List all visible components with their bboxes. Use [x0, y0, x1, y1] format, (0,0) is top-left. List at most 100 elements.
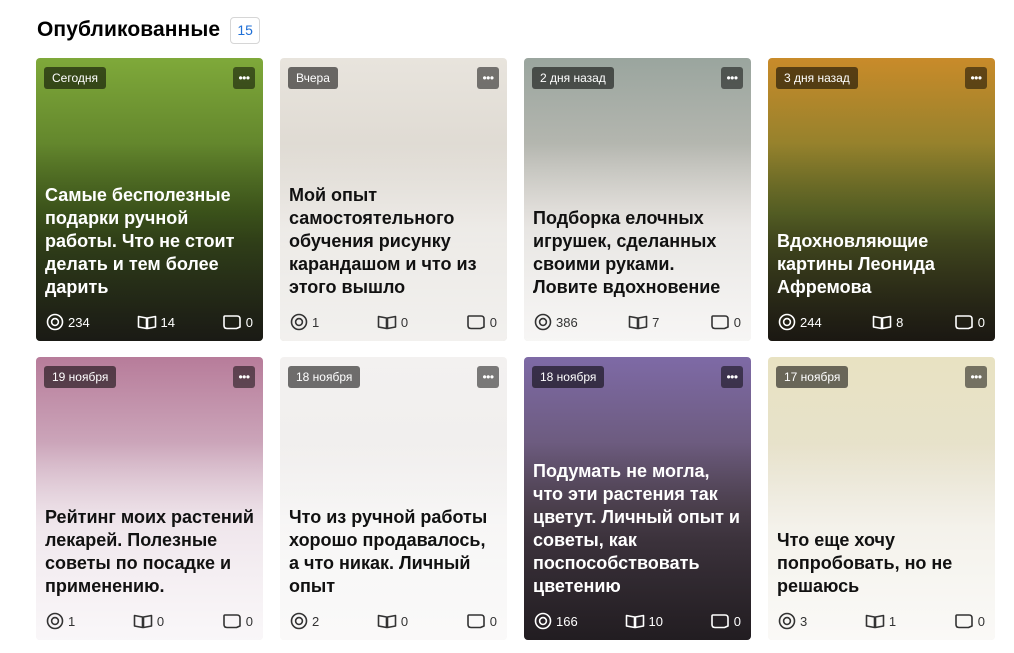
article-title[interactable]: Подумать не могла, что эти растения так … — [533, 460, 742, 598]
views-stat: 1 — [290, 313, 319, 331]
eye-icon — [534, 313, 552, 331]
book-icon — [865, 613, 885, 629]
reads-count: 1 — [888, 613, 897, 629]
date-badge: 18 ноября — [532, 366, 605, 388]
comment-icon — [222, 613, 242, 629]
views-count: 1 — [68, 613, 76, 629]
article-card[interactable]: Сегодня ••• Самые бесполезные подарки ручн… — [36, 58, 263, 341]
reads-stat: 0 — [377, 613, 408, 629]
more-options-icon[interactable]: ••• — [721, 67, 743, 89]
views-count: 244 — [800, 314, 822, 330]
more-options-icon[interactable]: ••• — [965, 366, 987, 388]
eye-icon — [778, 612, 796, 630]
more-options-icon[interactable]: ••• — [233, 67, 255, 89]
book-icon — [625, 613, 645, 629]
article-title[interactable]: Вдохновляющие картины Леонида Афремова — [777, 230, 986, 299]
comments-stat: 0 — [954, 314, 985, 330]
article-card[interactable]: 2 дня назад ••• Подборка елочных игрушек, … — [524, 58, 751, 341]
comments-stat: 0 — [710, 613, 741, 629]
comments-stat: 0 — [954, 613, 985, 629]
article-title[interactable]: Что из ручной работы хорошо продавалось,… — [289, 506, 498, 598]
comments-count: 0 — [245, 314, 253, 330]
eye-icon — [778, 313, 796, 331]
eye-icon — [534, 612, 552, 630]
more-options-icon[interactable]: ••• — [721, 366, 743, 388]
more-options-icon[interactable]: ••• — [477, 366, 499, 388]
reads-count: 10 — [648, 613, 663, 629]
views-count: 386 — [556, 314, 578, 330]
comments-count: 0 — [733, 613, 741, 629]
article-card[interactable]: Вчера ••• Мой опыт самостоятельного обучен… — [280, 58, 507, 341]
comments-count: 0 — [977, 613, 985, 629]
article-stats: 244 8 0 — [778, 313, 985, 331]
article-card[interactable]: 18 ноября ••• Подумать не могла, что эти р… — [524, 357, 751, 640]
reads-count: 0 — [400, 314, 409, 330]
views-stat: 1 — [46, 612, 75, 630]
article-card[interactable]: 17 ноября ••• Что еще хочу попробовать, но… — [768, 357, 995, 640]
reads-stat: 10 — [625, 613, 663, 629]
article-card[interactable]: 18 ноября ••• Что из ручной работы хорошо … — [280, 357, 507, 640]
views-stat: 3 — [778, 612, 807, 630]
comments-count: 0 — [489, 613, 497, 629]
article-title[interactable]: Что еще хочу попробовать, но не решаюсь — [777, 529, 986, 598]
reads-count: 7 — [652, 314, 660, 330]
views-stat: 244 — [778, 313, 822, 331]
date-badge: 18 ноября — [288, 366, 361, 388]
comment-icon — [466, 613, 486, 629]
reads-stat: 14 — [137, 314, 175, 330]
comments-stat: 0 — [222, 314, 253, 330]
comments-stat: 0 — [466, 314, 497, 330]
reads-count: 14 — [160, 314, 175, 330]
date-badge: 17 ноября — [776, 366, 849, 388]
article-title[interactable]: Рейтинг моих растений лекарей. Полезные … — [45, 506, 254, 598]
article-stats: 1 0 0 — [46, 612, 253, 630]
article-title[interactable]: Мой опыт самостоятельного обучения рисун… — [289, 184, 498, 299]
comment-icon — [710, 613, 730, 629]
article-title[interactable]: Подборка елочных игрушек, сделанных свои… — [533, 207, 742, 299]
comments-count: 0 — [977, 314, 985, 330]
book-icon — [377, 613, 397, 629]
date-badge: Сегодня — [44, 67, 106, 89]
comment-icon — [466, 314, 486, 330]
views-stat: 166 — [534, 612, 578, 630]
reads-stat: 0 — [133, 613, 164, 629]
article-stats: 2 0 0 — [290, 612, 497, 630]
comments-stat: 0 — [710, 314, 741, 330]
book-icon — [137, 314, 157, 330]
reads-count: 0 — [400, 613, 409, 629]
article-title[interactable]: Самые бесполезные подарки ручной работы.… — [45, 184, 254, 299]
article-card[interactable]: 19 ноября ••• Рейтинг моих растений лекаре… — [36, 357, 263, 640]
more-options-icon[interactable]: ••• — [965, 67, 987, 89]
eye-icon — [290, 612, 308, 630]
date-badge: Вчера — [288, 67, 338, 89]
views-count: 166 — [556, 613, 578, 629]
reads-stat: 1 — [865, 613, 896, 629]
views-stat: 386 — [534, 313, 578, 331]
comments-count: 0 — [733, 314, 741, 330]
views-count: 234 — [68, 314, 90, 330]
publication-count-badge[interactable]: 15 — [230, 16, 261, 44]
views-count: 1 — [312, 314, 320, 330]
date-badge: 2 дня назад — [532, 67, 614, 89]
reads-stat: 7 — [628, 314, 659, 330]
book-icon — [628, 314, 648, 330]
views-count: 3 — [800, 613, 808, 629]
article-stats: 1 0 0 — [290, 313, 497, 331]
section-title: Опубликованные — [37, 18, 221, 41]
book-icon — [872, 314, 892, 330]
more-options-icon[interactable]: ••• — [233, 366, 255, 388]
eye-icon — [46, 612, 64, 630]
more-options-icon[interactable]: ••• — [477, 67, 499, 89]
book-icon — [377, 314, 397, 330]
comment-icon — [222, 314, 242, 330]
eye-icon — [290, 313, 308, 331]
article-card[interactable]: 3 дня назад ••• Вдохновляющие картины Леон… — [768, 58, 995, 341]
reads-stat: 8 — [872, 314, 903, 330]
article-stats: 3 1 0 — [778, 612, 985, 630]
views-count: 2 — [312, 613, 320, 629]
comments-count: 0 — [489, 314, 497, 330]
views-stat: 234 — [46, 313, 90, 331]
article-stats: 386 7 0 — [534, 313, 741, 331]
date-badge: 19 ноября — [44, 366, 117, 388]
reads-stat: 0 — [377, 314, 408, 330]
